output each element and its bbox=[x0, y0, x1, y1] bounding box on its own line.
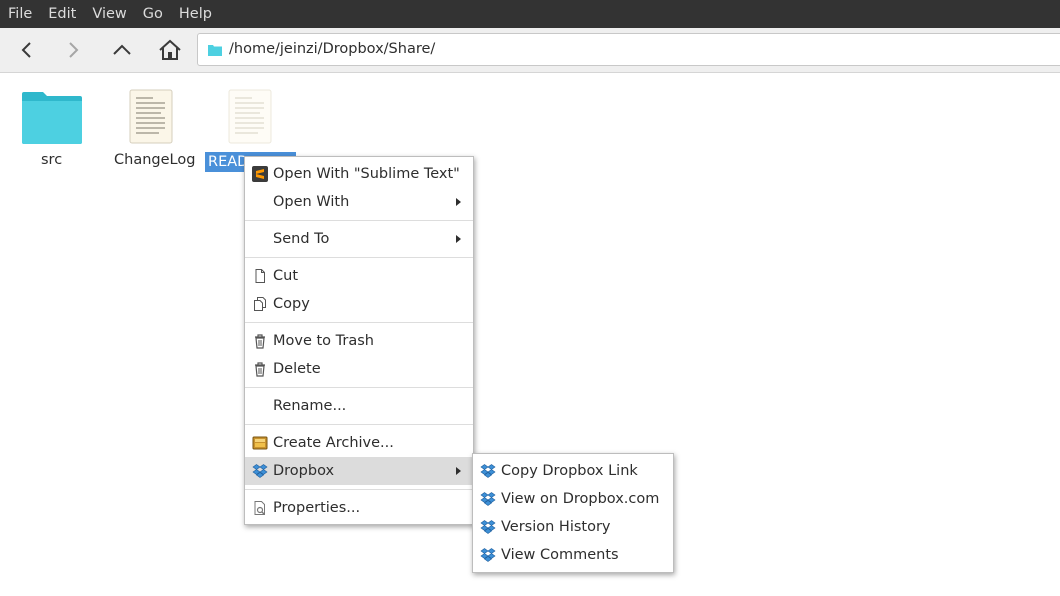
menu-separator bbox=[245, 489, 473, 490]
menu-view[interactable]: View bbox=[84, 0, 134, 28]
text-file-icon bbox=[228, 89, 272, 144]
menu-item-properties[interactable]: Properties... bbox=[245, 494, 473, 522]
menu-item-label: Copy bbox=[273, 296, 310, 312]
menu-item-label: View on Dropbox.com bbox=[501, 491, 660, 507]
copy-icon bbox=[254, 297, 266, 311]
file-item-src[interactable] bbox=[21, 91, 83, 146]
dropbox-icon bbox=[252, 464, 268, 478]
menu-help[interactable]: Help bbox=[171, 0, 220, 28]
menu-item-label: Version History bbox=[501, 519, 611, 535]
menu-item-label: Cut bbox=[273, 268, 298, 284]
menu-item-rename[interactable]: Rename... bbox=[245, 392, 473, 420]
menu-item-label: Copy Dropbox Link bbox=[501, 463, 638, 479]
dropbox-submenu: Copy Dropbox Link View on Dropbox.com Ve… bbox=[472, 453, 674, 573]
menu-file[interactable]: File bbox=[0, 0, 40, 28]
home-button[interactable] bbox=[154, 34, 186, 66]
menu-separator bbox=[245, 220, 473, 221]
dropbox-icon bbox=[480, 520, 496, 534]
context-menu: Open With "Sublime Text" Open With Send … bbox=[244, 156, 474, 525]
chevron-left-icon bbox=[21, 42, 31, 58]
menu-item-label: Send To bbox=[273, 231, 330, 247]
location-path: /home/jeinzi/Dropbox/Share/ bbox=[229, 41, 436, 57]
menu-item-dropbox[interactable]: Dropbox bbox=[245, 457, 473, 485]
menu-item-send-to[interactable]: Send To bbox=[245, 225, 473, 253]
trash-icon bbox=[255, 362, 265, 377]
toolbar: /home/jeinzi/Dropbox/Share/ bbox=[0, 28, 1060, 73]
submenu-arrow-icon bbox=[456, 235, 461, 243]
file-item-changelog[interactable] bbox=[129, 89, 173, 144]
properties-icon bbox=[254, 501, 265, 515]
menu-item-move-to-trash[interactable]: Move to Trash bbox=[245, 327, 473, 355]
cut-icon bbox=[255, 269, 265, 283]
back-button[interactable] bbox=[11, 34, 43, 66]
home-icon bbox=[159, 39, 181, 60]
trash-icon bbox=[255, 334, 265, 349]
menu-item-create-archive[interactable]: Create Archive... bbox=[245, 429, 473, 457]
location-bar[interactable]: /home/jeinzi/Dropbox/Share/ bbox=[197, 33, 1060, 66]
archive-icon bbox=[252, 436, 268, 450]
menu-item-open-with-sublime[interactable]: Open With "Sublime Text" bbox=[245, 160, 473, 188]
menu-item-cut[interactable]: Cut bbox=[245, 262, 473, 290]
menu-item-label: Open With bbox=[273, 194, 350, 210]
dropbox-icon bbox=[480, 548, 496, 562]
folder-icon bbox=[22, 92, 82, 144]
dropbox-icon bbox=[480, 492, 496, 506]
menu-separator bbox=[245, 387, 473, 388]
file-label-changelog: ChangeLog bbox=[114, 152, 196, 168]
menu-item-copy-dropbox-link[interactable]: Copy Dropbox Link bbox=[473, 457, 673, 485]
folder-icon bbox=[208, 45, 222, 56]
menu-separator bbox=[245, 322, 473, 323]
menu-item-delete[interactable]: Delete bbox=[245, 355, 473, 383]
menu-item-label: Dropbox bbox=[273, 463, 335, 479]
menu-item-version-history[interactable]: Version History bbox=[473, 513, 673, 541]
chevron-up-icon bbox=[113, 44, 131, 55]
text-file-icon bbox=[129, 89, 173, 144]
menu-item-label: Open With "Sublime Text" bbox=[273, 166, 460, 182]
file-label-src: src bbox=[41, 152, 63, 168]
menu-item-view-comments[interactable]: View Comments bbox=[473, 541, 673, 569]
file-item-readme[interactable] bbox=[228, 89, 272, 144]
submenu-arrow-icon bbox=[456, 467, 461, 475]
menu-item-label: Delete bbox=[273, 361, 321, 377]
menu-separator bbox=[245, 257, 473, 258]
forward-button[interactable] bbox=[57, 34, 89, 66]
submenu-arrow-icon bbox=[456, 198, 461, 206]
menu-go[interactable]: Go bbox=[135, 0, 171, 28]
menu-item-copy[interactable]: Copy bbox=[245, 290, 473, 318]
chevron-right-icon bbox=[69, 42, 79, 58]
menu-item-label: Rename... bbox=[273, 398, 347, 414]
up-button[interactable] bbox=[106, 34, 138, 66]
menu-edit[interactable]: Edit bbox=[40, 0, 84, 28]
menu-item-label: View Comments bbox=[501, 547, 619, 563]
menu-item-view-on-dropbox[interactable]: View on Dropbox.com bbox=[473, 485, 673, 513]
menu-item-label: Properties... bbox=[273, 500, 361, 516]
menu-item-open-with[interactable]: Open With bbox=[245, 188, 473, 216]
menu-separator bbox=[245, 424, 473, 425]
menu-item-label: Move to Trash bbox=[273, 333, 374, 349]
sublime-text-icon bbox=[252, 166, 268, 182]
dropbox-icon bbox=[480, 464, 496, 478]
menu-item-label: Create Archive... bbox=[273, 435, 394, 451]
menu-bar: File Edit View Go Help bbox=[0, 0, 1060, 28]
